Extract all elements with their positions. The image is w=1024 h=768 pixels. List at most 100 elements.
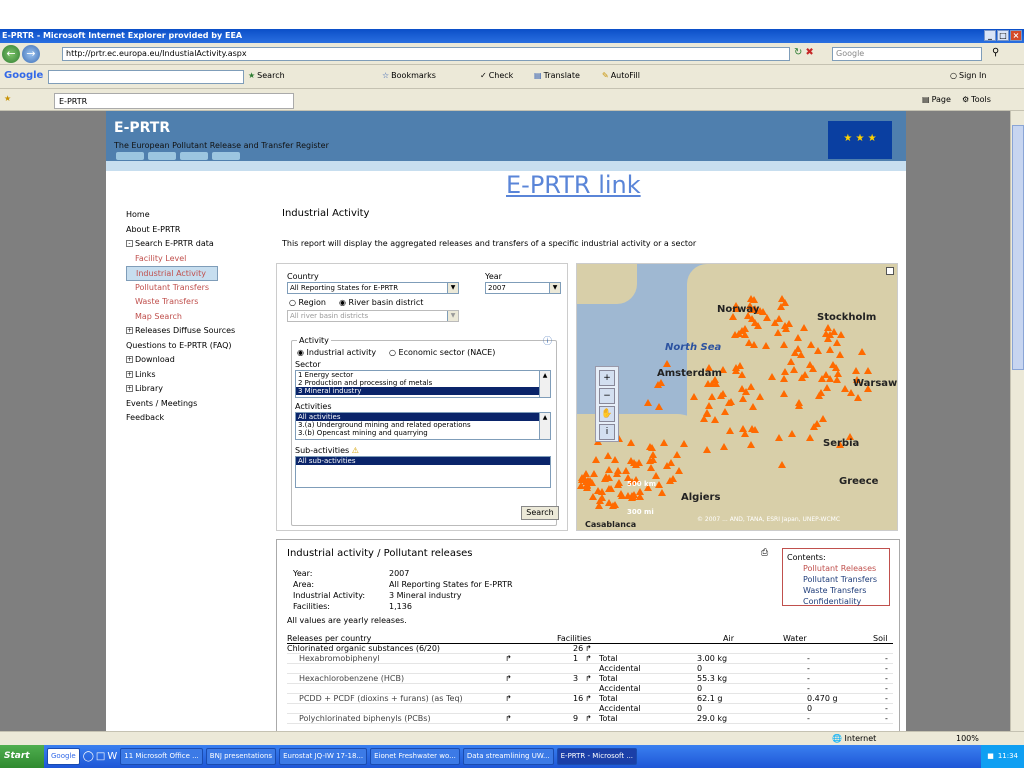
expand-arrow-icon[interactable]: ↱ bbox=[505, 654, 512, 664]
expand-arrow-icon[interactable]: ↱ bbox=[585, 694, 592, 704]
row-facilities[interactable]: 26 bbox=[573, 644, 583, 654]
river-basin-radio[interactable]: ◉ River basin district bbox=[339, 298, 423, 307]
expand-arrow-icon[interactable]: ↱ bbox=[505, 694, 512, 704]
tab-eprtr[interactable]: E-PRTR bbox=[54, 93, 294, 109]
minimize-button[interactable]: _ bbox=[984, 30, 996, 41]
autofill-button[interactable]: ✎ AutoFill bbox=[602, 71, 640, 80]
taskbar-item[interactable]: BNJ presentations bbox=[205, 748, 277, 765]
subactivities-list[interactable]: All sub-activities bbox=[295, 456, 551, 488]
network-icon[interactable]: ■ bbox=[987, 745, 994, 768]
print-icon[interactable]: ⎙ bbox=[761, 548, 768, 558]
taskbar-item[interactable]: 11 Microsoft Office ... bbox=[120, 748, 203, 765]
row-facilities[interactable]: 16 bbox=[573, 694, 583, 704]
check-button[interactable]: ✓ Check bbox=[480, 71, 513, 80]
sidebar-item-links[interactable]: + Links bbox=[126, 368, 266, 383]
address-input[interactable]: http://prtr.ec.europa.eu/IndustialActivi… bbox=[62, 47, 790, 61]
expand-arrow-icon[interactable]: ↱ bbox=[585, 644, 592, 654]
list-scrollbar[interactable]: ▲ bbox=[539, 371, 550, 397]
forward-arrow-icon[interactable]: → bbox=[22, 45, 40, 63]
refresh-icon[interactable]: ↻ bbox=[794, 47, 802, 58]
maximize-button[interactable]: □ bbox=[997, 30, 1009, 41]
list-item[interactable]: All sub-activities bbox=[296, 457, 550, 465]
sidebar-item-search-e-prtr-data[interactable]: - Search E-PRTR data bbox=[126, 237, 266, 252]
expand-icon[interactable]: + bbox=[126, 327, 133, 334]
bookmarks-button[interactable]: ☆ Bookmarks bbox=[382, 71, 436, 80]
activities-list[interactable]: All activities 3.(a) Underground mining a… bbox=[295, 412, 551, 440]
year-select[interactable]: 2007 ▼ bbox=[485, 282, 561, 294]
economic-sector-radio[interactable]: ○ Economic sector (NACE) bbox=[389, 348, 495, 357]
sidebar-item-download[interactable]: + Download bbox=[126, 353, 266, 368]
ie-icon[interactable]: ◯ bbox=[83, 751, 94, 762]
list-scrollbar[interactable]: ▲ bbox=[539, 413, 550, 439]
google-search-input[interactable] bbox=[48, 70, 244, 84]
list-item[interactable]: All activities bbox=[296, 413, 550, 421]
zoom-in-icon[interactable]: + bbox=[599, 370, 615, 386]
outlook-icon[interactable]: □ bbox=[96, 751, 105, 762]
expand-arrow-icon[interactable]: ↱ bbox=[585, 654, 592, 664]
contents-link[interactable]: Pollutant Releases bbox=[787, 563, 889, 574]
sidebar-item-pollutant-transfers[interactable]: Pollutant Transfers bbox=[126, 281, 266, 296]
search-input[interactable]: Google bbox=[832, 47, 982, 61]
sidebar-item-map-search[interactable]: Map Search bbox=[126, 310, 266, 325]
taskbar-item[interactable]: Eurostat JQ-IW 17-18... bbox=[279, 748, 368, 765]
sidebar-item-events-meetings[interactable]: Events / Meetings bbox=[126, 397, 266, 412]
zoom-level[interactable]: 100% bbox=[956, 734, 979, 743]
expand-arrow-icon[interactable]: ↱ bbox=[585, 714, 592, 724]
favorites-icon[interactable]: ★ bbox=[4, 94, 11, 103]
row-facilities[interactable]: 1 bbox=[573, 654, 578, 664]
expand-icon[interactable]: + bbox=[126, 370, 133, 378]
list-item[interactable]: 2 Production and processing of metals bbox=[296, 379, 550, 387]
sidebar-item-home[interactable]: Home bbox=[126, 208, 266, 223]
taskbar-item[interactable]: Data streamlining UW... bbox=[462, 748, 554, 765]
country-select[interactable]: All Reporting States for E-PRTR ▼ bbox=[287, 282, 459, 294]
search-icon[interactable]: ⚲ bbox=[992, 47, 999, 58]
facility-map[interactable]: Norway Stockholm North Sea Amsterdam War… bbox=[576, 263, 898, 531]
collapse-icon[interactable]: - bbox=[126, 240, 133, 247]
row-facilities[interactable]: 3 bbox=[573, 674, 578, 684]
region-radio[interactable]: ○ Region bbox=[289, 298, 326, 307]
search-button[interactable]: Search bbox=[521, 506, 559, 520]
contents-link[interactable]: Confidentiality bbox=[787, 596, 889, 607]
sidebar-item-facility-level[interactable]: Facility Level bbox=[126, 252, 266, 267]
expand-icon[interactable]: + bbox=[126, 356, 133, 363]
sidebar-item-feedback[interactable]: Feedback bbox=[126, 411, 266, 426]
signin-button[interactable]: ○ Sign In bbox=[950, 71, 986, 80]
sidebar-item-waste-transfers[interactable]: Waste Transfers bbox=[126, 295, 266, 310]
info-icon[interactable]: ⓘ bbox=[543, 334, 552, 347]
expand-arrow-icon[interactable]: ↱ bbox=[505, 714, 512, 724]
expand-arrow-icon[interactable]: ↱ bbox=[505, 674, 512, 684]
sidebar-item-about-e-prtr[interactable]: About E-PRTR bbox=[126, 223, 266, 238]
translate-button[interactable]: ▤ Translate bbox=[534, 71, 580, 80]
page-menu[interactable]: ▤ Page bbox=[922, 95, 951, 104]
maximize-map-icon[interactable] bbox=[886, 267, 894, 275]
taskbar-item[interactable]: Eionet Freshwater wo... bbox=[370, 748, 460, 765]
tools-menu[interactable]: ⚙ Tools bbox=[962, 95, 991, 104]
google-search-button[interactable]: ★ Search bbox=[248, 71, 285, 80]
expand-arrow-icon[interactable]: ↱ bbox=[585, 674, 592, 684]
back-arrow-icon[interactable]: ← bbox=[2, 45, 20, 63]
list-item[interactable]: 3.(b) Opencast mining and quarrying bbox=[296, 429, 550, 437]
scrollbar-thumb[interactable] bbox=[1012, 125, 1024, 370]
sector-list[interactable]: 1 Energy sector 2 Production and processi… bbox=[295, 370, 551, 398]
taskbar-item[interactable]: E-PRTR - Microsoft ... bbox=[556, 748, 638, 765]
sidebar-item-industrial-activity[interactable]: Industrial Activity bbox=[126, 266, 218, 281]
info-icon[interactable]: i bbox=[599, 424, 615, 440]
contents-link[interactable]: Pollutant Transfers bbox=[787, 574, 889, 585]
sidebar-item-questions-to-e-prtr-faq-[interactable]: Questions to E-PRTR (FAQ) bbox=[126, 339, 266, 354]
start-button[interactable]: Start bbox=[0, 745, 44, 768]
industrial-activity-radio[interactable]: ◉ Industrial activity bbox=[297, 348, 376, 357]
google-deskbar[interactable]: Google bbox=[47, 748, 80, 765]
contents-link[interactable]: Waste Transfers bbox=[787, 585, 889, 596]
row-facilities[interactable]: 9 bbox=[573, 714, 578, 724]
pan-hand-icon[interactable]: ✋ bbox=[599, 406, 615, 422]
expand-icon[interactable]: + bbox=[126, 385, 133, 392]
eprtr-link-title[interactable]: E-PRTR link bbox=[506, 171, 641, 199]
list-item[interactable]: 3 Mineral industry bbox=[296, 387, 550, 395]
vertical-scrollbar[interactable] bbox=[1010, 111, 1024, 731]
list-item[interactable]: 3.(a) Underground mining and related ope… bbox=[296, 421, 550, 429]
word-icon[interactable]: W bbox=[107, 751, 117, 762]
sidebar-item-library[interactable]: + Library bbox=[126, 382, 266, 397]
stop-icon[interactable]: ✖ bbox=[805, 47, 813, 58]
close-button[interactable]: × bbox=[1010, 30, 1022, 41]
river-basin-select[interactable]: All river basin districts ▼ bbox=[287, 310, 459, 322]
